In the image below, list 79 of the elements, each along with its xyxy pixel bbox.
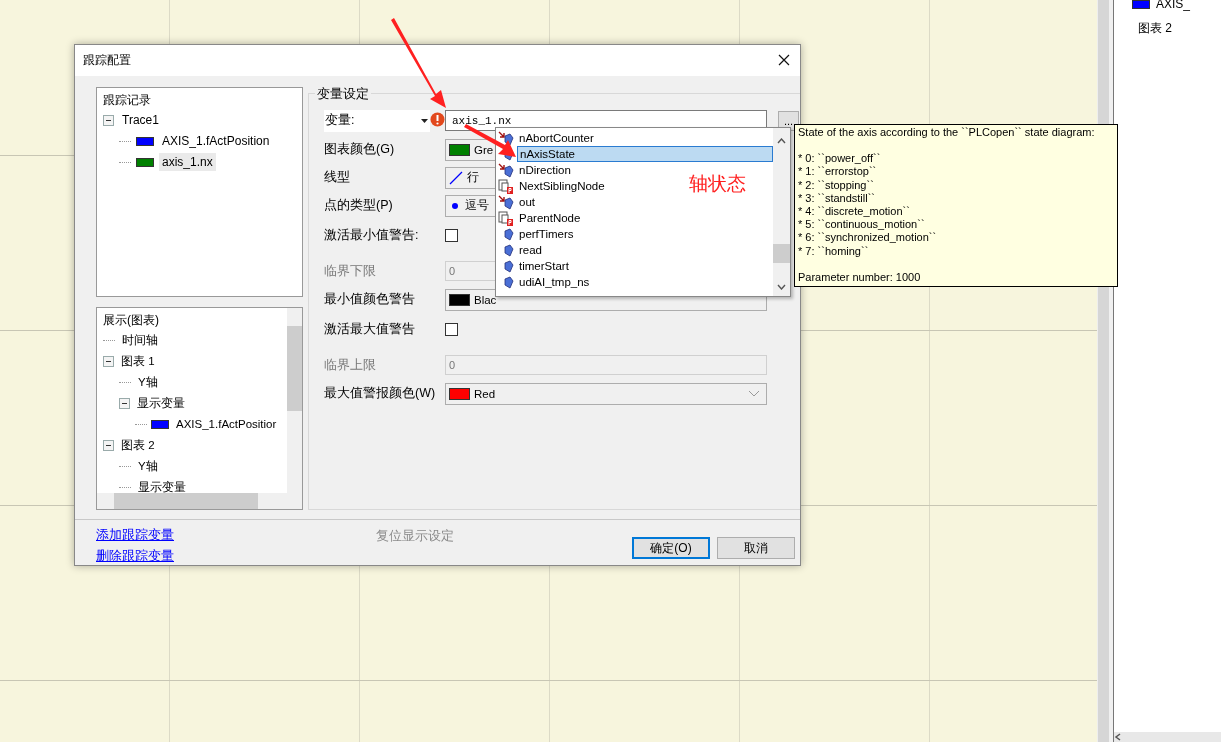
field-label: 临界下限 [324, 262, 377, 280]
list-item[interactable]: nAxisState [517, 146, 773, 162]
tree-item[interactable]: Y轴 [135, 456, 161, 476]
tree-item[interactable]: Trace1 [119, 111, 162, 130]
field-label: 激活最大值警告 [324, 320, 416, 338]
scrollbar[interactable] [1114, 732, 1221, 742]
cube-icon [504, 274, 514, 290]
cube-arrow-icon [498, 194, 514, 210]
tree-item[interactable]: 图表 1 [118, 351, 158, 371]
field-label: 线型 [324, 169, 351, 187]
tree-item[interactable]: 显示变量 [135, 477, 189, 493]
collapse-icon[interactable] [103, 439, 114, 451]
list-item[interactable]: read [517, 242, 545, 258]
tooltip-text: * 2: ``stopping`` [798, 178, 875, 192]
field-label: 临界上限 [324, 356, 377, 374]
tooltip-text: * 7: ``homing`` [798, 244, 870, 258]
ok-button[interactable]: 确定(O) [632, 537, 710, 559]
scrollbar[interactable] [773, 128, 790, 296]
list-item[interactable]: out [517, 194, 537, 210]
annotation-text: 轴状态 [689, 172, 746, 196]
cube-icon [504, 242, 514, 258]
tooltip-text: * 6: ``synchronized_motion`` [798, 231, 938, 245]
dropdown-field[interactable]: Gre [445, 138, 495, 161]
dropdown-field[interactable]: Red [445, 382, 767, 405]
field-label: 激活最小值警告: [324, 226, 420, 244]
list-item[interactable]: nAbortCounter [517, 130, 596, 146]
tree-item[interactable]: AXIS_ [1156, 0, 1191, 11]
tooltip-text: * 4: ``discrete_motion`` [798, 205, 911, 219]
arrow [464, 124, 516, 157]
tree-item[interactable]: 图表 2 [118, 435, 158, 455]
list-item[interactable]: nDirection [517, 162, 573, 178]
link[interactable]: 删除跟踪变量 [96, 548, 174, 565]
tree-item[interactable]: 图表 2 [1138, 19, 1172, 37]
document-icon [498, 178, 514, 194]
tree-item[interactable]: AXIS_1.fActPosition [159, 132, 273, 151]
caret-icon [421, 118, 428, 123]
cube-icon [504, 226, 514, 242]
tree-item[interactable]: AXIS_1.fActPositior [173, 416, 280, 433]
tooltip-text: Parameter number: 1000 [798, 270, 922, 285]
scrollbar[interactable] [287, 307, 302, 493]
scope-dropdown[interactable]: 变量: [324, 109, 430, 132]
tooltip-text: * 5: ``continuous_motion`` [798, 218, 926, 232]
field-label: 点的类型(P) [324, 197, 394, 215]
dropdown-field[interactable]: 行 [445, 166, 495, 189]
cube-icon [504, 258, 514, 274]
list-item[interactable]: udiAI_tmp_ns [517, 274, 592, 290]
tooltip-text: * 3: ``standstill`` [798, 191, 877, 205]
collapse-icon[interactable] [103, 355, 114, 367]
tree-item[interactable]: 显示变量 [134, 393, 188, 413]
link[interactable]: 添加跟踪变量 [96, 527, 174, 544]
cube-arrow-icon [498, 130, 514, 146]
tooltip-text: * 1: ``errorstop`` [798, 165, 878, 179]
tree-item[interactable]: 时间轴 [119, 330, 161, 350]
cube-arrow-icon [498, 162, 514, 178]
list-item[interactable]: ParentNode [517, 210, 583, 226]
scrollbar[interactable] [97, 492, 302, 509]
list-item[interactable]: timerStart [517, 258, 571, 274]
group-title: 变量设定 [315, 84, 371, 103]
scrollbar-thumb[interactable] [773, 244, 790, 263]
checkbox[interactable] [445, 322, 458, 336]
document-icon [498, 210, 514, 226]
panel-header: 跟踪记录 [103, 91, 151, 109]
cancel-button[interactable]: 取消 [717, 537, 795, 559]
dropdown-field[interactable]: 逗号 [445, 194, 495, 217]
line-style-icon [449, 170, 463, 185]
list-item[interactable]: perfTimers [517, 226, 576, 242]
list-item[interactable]: NextSiblingNode [517, 178, 607, 194]
panel-header: 展示(图表) [103, 311, 159, 329]
tree-item[interactable]: axis_1.nx [159, 153, 216, 172]
collapse-icon[interactable] [103, 114, 114, 126]
tooltip-text: State of the axis according to the ``PLCopen`` state diagram: [798, 126, 1096, 140]
checkbox[interactable] [445, 228, 458, 242]
field-label: 图表颜色(G) [324, 141, 396, 159]
tree-item[interactable]: Y轴 [135, 372, 161, 392]
tooltip-text: * 0: ``power_off`` [798, 152, 882, 166]
field-label: 最大值警报颜色(W) [324, 385, 437, 403]
window-title: 跟踪配置 [83, 51, 131, 69]
collapse-icon[interactable] [119, 397, 130, 409]
field-label: 最小值颜色警告 [324, 291, 416, 309]
